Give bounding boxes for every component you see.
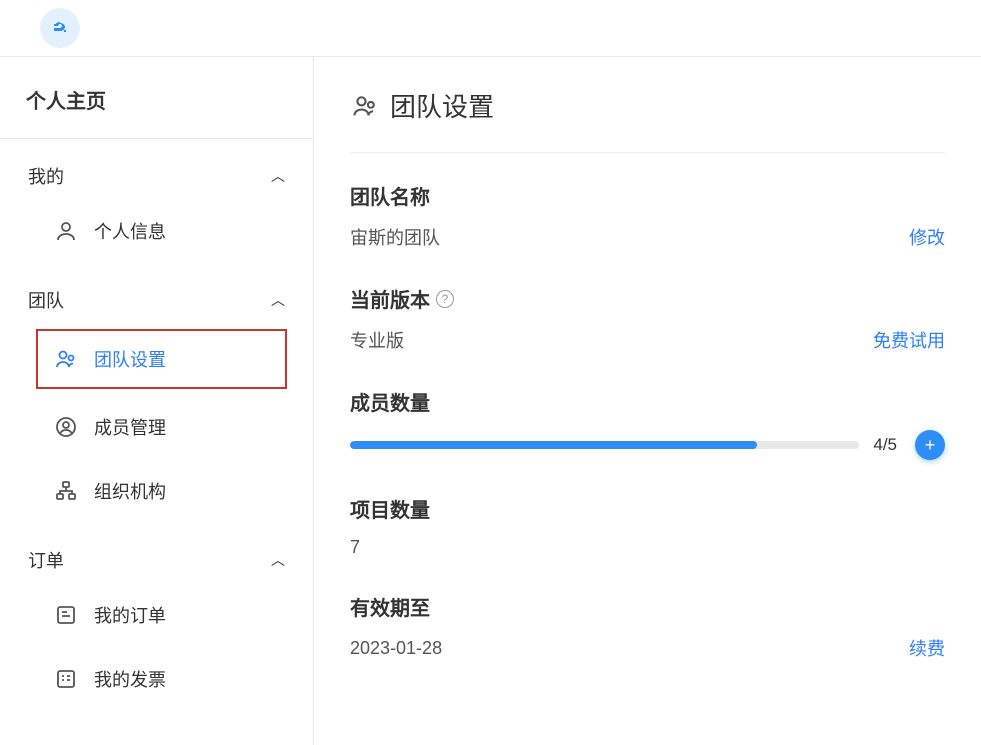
sidebar-section-label: 订单 — [28, 547, 64, 573]
sidebar-item-members[interactable]: 成员管理 — [0, 395, 313, 459]
sidebar-section-team[interactable]: 团队 ︿ — [0, 263, 313, 323]
chevron-up-icon: ︿ — [271, 166, 285, 186]
sidebar-item-label: 个人信息 — [94, 218, 166, 244]
org-icon — [52, 477, 80, 505]
sidebar-item-my-orders[interactable]: 我的订单 — [0, 583, 313, 647]
member-progress-fill — [350, 441, 757, 449]
edit-team-name-link[interactable]: 修改 — [909, 224, 945, 250]
expiry-value: 2023-01-28 — [350, 638, 442, 659]
order-icon — [52, 601, 80, 629]
sidebar-item-team-settings[interactable]: 团队设置 — [36, 329, 287, 389]
sidebar-item-label: 我的发票 — [94, 666, 166, 692]
add-member-button[interactable]: + — [915, 430, 945, 460]
field-label: 团队名称 — [350, 181, 945, 210]
field-label: 有效期至 — [350, 592, 945, 621]
field-label: 项目数量 — [350, 494, 945, 523]
user-icon — [52, 217, 80, 245]
project-count-value: 7 — [350, 537, 360, 558]
field-projects: 项目数量 7 — [350, 494, 945, 558]
field-version: 当前版本 ? 专业版 免费试用 — [350, 284, 945, 353]
field-members: 成员数量 4/5 + — [350, 387, 945, 460]
plus-icon: + — [925, 435, 936, 456]
logo-icon — [48, 16, 72, 40]
sidebar-item-org[interactable]: 组织机构 — [0, 459, 313, 523]
page-title: 团队设置 — [350, 87, 945, 153]
chevron-up-icon: ︿ — [271, 550, 285, 570]
free-trial-link[interactable]: 免费试用 — [873, 327, 945, 353]
help-icon[interactable]: ? — [436, 290, 454, 308]
app-logo[interactable] — [40, 8, 80, 48]
sidebar-section-label: 我的 — [28, 163, 64, 189]
sidebar-item-label: 组织机构 — [94, 478, 166, 504]
sidebar-section-label: 团队 — [28, 287, 64, 313]
field-expiry: 有效期至 2023-01-28 续费 — [350, 592, 945, 661]
sidebar: 个人主页 我的 ︿ 个人信息 团队 ︿ 团队设置 成员管理 — [0, 57, 314, 745]
version-value: 专业版 — [350, 327, 404, 353]
main-content: 团队设置 团队名称 宙斯的团队 修改 当前版本 ? 专业版 免费试用 成员数量 — [314, 57, 981, 745]
team-icon — [350, 91, 380, 121]
sidebar-section-my[interactable]: 我的 ︿ — [0, 139, 313, 199]
invoice-icon — [52, 665, 80, 693]
sidebar-section-orders[interactable]: 订单 ︿ — [0, 523, 313, 583]
member-progress-bar — [350, 441, 859, 449]
sidebar-item-my-invoices[interactable]: 我的发票 — [0, 647, 313, 711]
field-team-name: 团队名称 宙斯的团队 修改 — [350, 181, 945, 250]
sidebar-item-label: 我的订单 — [94, 602, 166, 628]
app-header — [0, 0, 981, 57]
chevron-up-icon: ︿ — [271, 290, 285, 310]
field-label: 当前版本 ? — [350, 284, 945, 313]
renew-link[interactable]: 续费 — [909, 635, 945, 661]
team-name-value: 宙斯的团队 — [350, 224, 440, 250]
team-icon — [52, 345, 80, 373]
field-label: 成员数量 — [350, 387, 945, 416]
member-icon — [52, 413, 80, 441]
sidebar-item-label: 团队设置 — [94, 346, 166, 372]
sidebar-item-label: 成员管理 — [94, 414, 166, 440]
page-title-text: 团队设置 — [390, 87, 494, 124]
member-count-text: 4/5 — [873, 435, 897, 455]
sidebar-item-profile[interactable]: 个人信息 — [0, 199, 313, 263]
sidebar-title: 个人主页 — [0, 57, 313, 139]
